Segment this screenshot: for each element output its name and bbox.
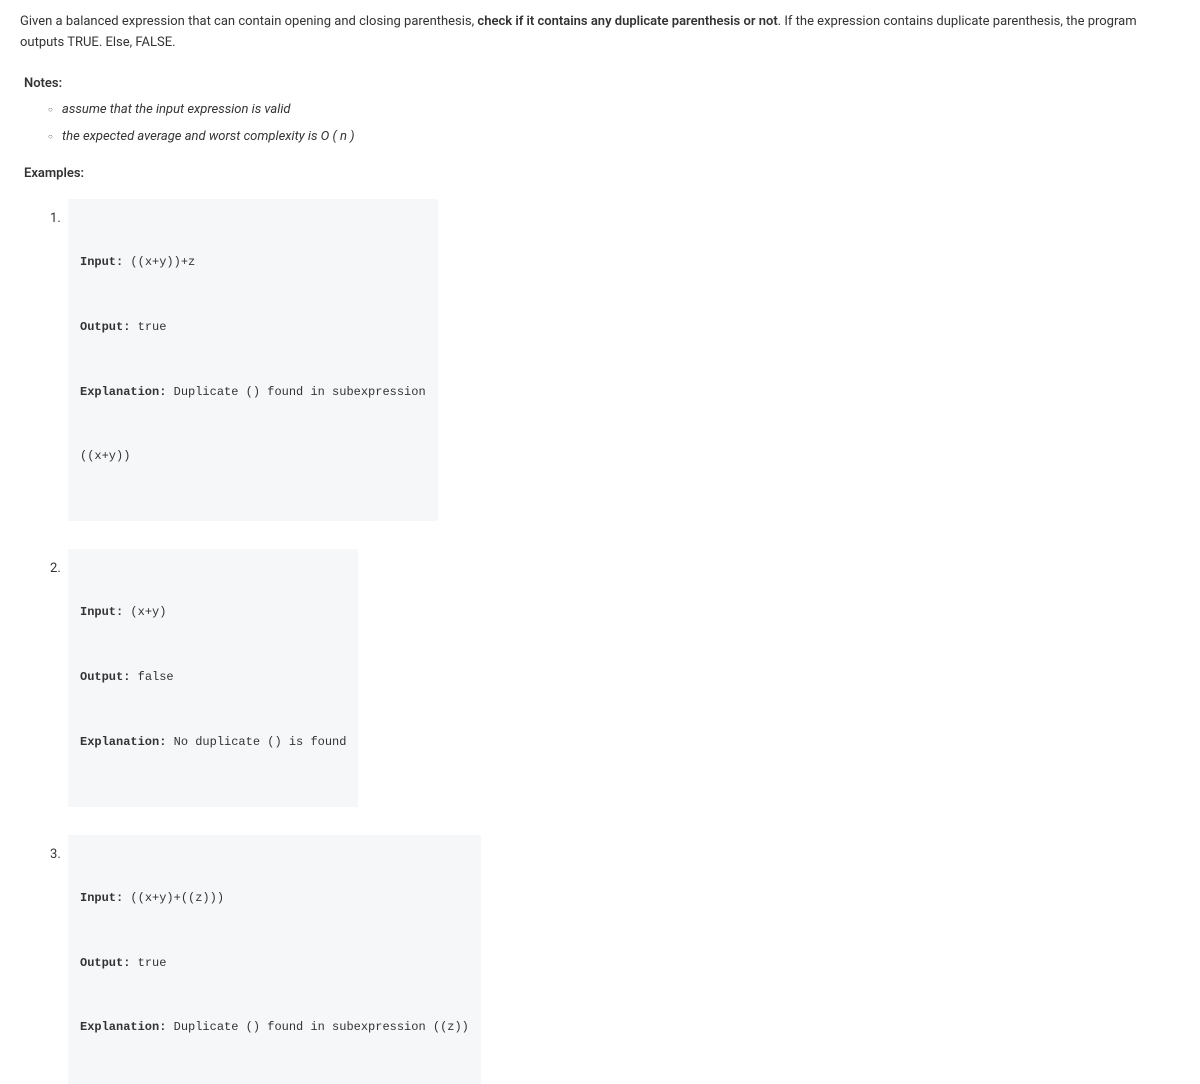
example-explanation-value: Duplicate () found in subexpression ((z)… [166,1020,468,1034]
intro-pre: Given a balanced expression that can con… [20,14,477,29]
example-input-value: ((x+y))+z [123,255,195,269]
example-output-value: false [130,670,173,684]
example-input-label: Input: [80,605,123,619]
examples-list: Input: ((x+y))+z Output: true Explanatio… [20,199,1180,1084]
example-input-label: Input: [80,255,123,269]
example-explanation-label: Explanation: [80,735,166,749]
example-explanation-label: Explanation: [80,385,166,399]
example-output-label: Output: [80,956,130,970]
example-input-value: (x+y) [123,605,166,619]
example-explanation-extra: ((x+y)) [80,446,426,468]
example-block: Input: (x+y) Output: false Explanation: … [68,549,358,807]
example-explanation-label: Explanation: [80,1020,166,1034]
intro-bold: check if it contains any duplicate paren… [477,14,777,29]
example-explanation-value: No duplicate () is found [166,735,346,749]
examples-heading: Examples: [24,164,1180,185]
example-output-value: true [130,320,166,334]
example-block: Input: ((x+y)+((z))) Output: true Explan… [68,835,481,1084]
example-output-label: Output: [80,320,130,334]
example-input-value: ((x+y)+((z))) [123,891,224,905]
example-input-label: Input: [80,891,123,905]
notes-item: assume that the input expression is vali… [48,100,1180,121]
notes-list: assume that the input expression is vali… [20,100,1180,148]
example-item: Input: (x+y) Output: false Explanation: … [64,549,1180,807]
example-output-value: true [130,956,166,970]
problem-intro: Given a balanced expression that can con… [20,12,1180,54]
example-item: Input: ((x+y)+((z))) Output: true Explan… [64,835,1180,1084]
example-output-label: Output: [80,670,130,684]
notes-heading: Notes: [24,74,1180,95]
example-block: Input: ((x+y))+z Output: true Explanatio… [68,199,438,521]
example-item: Input: ((x+y))+z Output: true Explanatio… [64,199,1180,521]
example-explanation-value: Duplicate () found in subexpression [166,385,425,399]
notes-item: the expected average and worst complexit… [48,127,1180,148]
